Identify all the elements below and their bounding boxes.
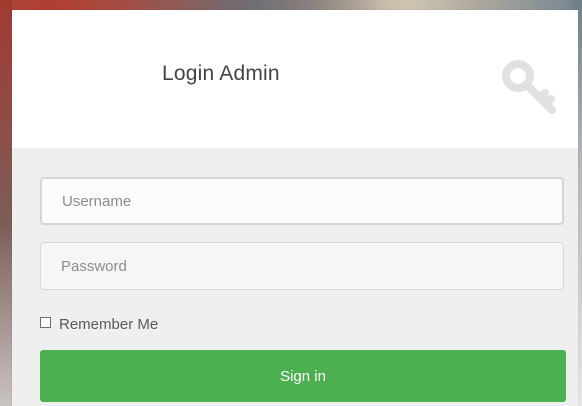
password-input[interactable]	[41, 243, 563, 289]
password-field-wrapper	[40, 242, 564, 290]
username-field-wrapper	[40, 177, 564, 225]
username-input[interactable]	[42, 179, 562, 223]
login-panel: Login Admin Remember Me Sign in	[12, 10, 578, 406]
background-left-edge	[0, 0, 12, 406]
key-icon	[502, 60, 556, 114]
sign-in-button[interactable]: Sign in	[40, 350, 566, 402]
login-form: Remember Me Sign in	[12, 148, 578, 406]
remember-me[interactable]: Remember Me	[40, 316, 158, 333]
login-title: Login Admin	[162, 62, 280, 85]
remember-me-checkbox[interactable]	[40, 317, 51, 328]
login-header: Login Admin	[12, 10, 578, 148]
remember-me-label: Remember Me	[59, 316, 159, 333]
